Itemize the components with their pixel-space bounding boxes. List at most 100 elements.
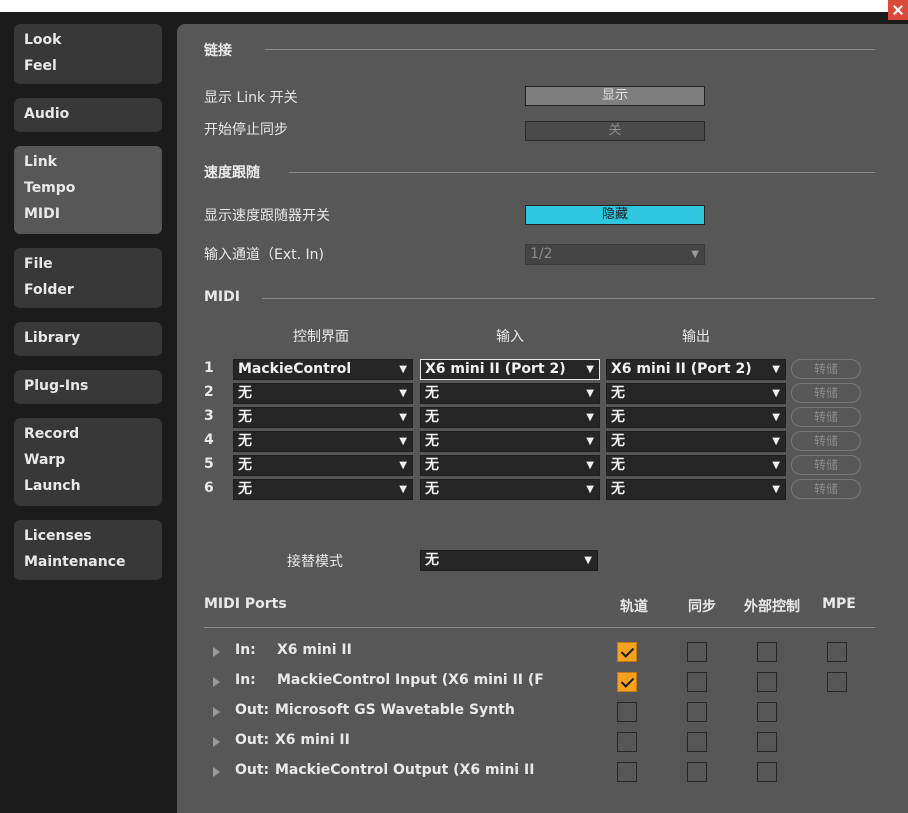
dump-button[interactable]: 转储 [791,407,861,427]
chevron-down-icon: ▼ [772,460,780,471]
tab-label: Licenses [24,528,92,544]
chevron-down-icon: ▼ [586,364,594,375]
tab-label: Folder [24,282,74,298]
dropdown-value: 无 [425,409,439,425]
midi-input-dropdown[interactable]: 无 ▼ [420,455,600,476]
sync-checkbox[interactable] [687,702,707,722]
midi-input-dropdown[interactable]: 无 ▼ [420,431,600,452]
remote-checkbox[interactable] [757,762,777,782]
row-number: 6 [204,480,214,496]
start-stop-sync-button[interactable]: 关 [525,121,705,141]
expand-arrow-icon[interactable] [213,677,220,687]
close-icon[interactable] [888,0,908,20]
sync-checkbox[interactable] [687,672,707,692]
sync-checkbox[interactable] [687,732,707,752]
chevron-down-icon: ▼ [399,412,407,423]
control-surface-dropdown[interactable]: MackieControl ▼ [233,359,413,380]
port-direction: Out: [235,732,270,748]
chevron-down-icon: ▼ [691,249,699,260]
takeover-mode-dropdown[interactable]: 无 ▼ [420,550,598,571]
port-name: X6 mini II [275,732,350,748]
mpe-checkbox[interactable] [827,672,847,692]
track-checkbox[interactable] [617,732,637,752]
tab-label: File [24,256,53,272]
dump-button[interactable]: 转储 [791,359,861,379]
tab-licenses-maintenance[interactable]: Licenses Maintenance [14,520,162,580]
control-surface-dropdown[interactable]: 无 ▼ [233,479,413,500]
divider [262,298,875,299]
dump-button[interactable]: 转储 [791,479,861,499]
control-surface-dropdown[interactable]: 无 ▼ [233,407,413,428]
midi-input-dropdown[interactable]: 无 ▼ [420,479,600,500]
midi-output-dropdown[interactable]: X6 mini II (Port 2) ▼ [606,359,786,380]
input-channel-label: 输入通道（Ext. In) [204,247,324,263]
tab-label: Launch [24,478,81,494]
midi-output-dropdown[interactable]: 无 ▼ [606,479,786,500]
dump-button[interactable]: 转储 [791,455,861,475]
port-name: MackieControl Input (X6 mini II (F [277,672,544,688]
chevron-down-icon: ▼ [399,460,407,471]
chevron-down-icon: ▼ [586,388,594,399]
mpe-checkbox[interactable] [827,642,847,662]
dump-button[interactable]: 转储 [791,431,861,451]
chevron-down-icon: ▼ [772,436,780,447]
midi-output-dropdown[interactable]: 无 ▼ [606,455,786,476]
track-checkbox[interactable] [617,672,637,692]
midi-input-dropdown[interactable]: 无 ▼ [420,383,600,404]
dropdown-value: 无 [611,433,625,449]
sync-checkbox[interactable] [687,642,707,662]
remote-checkbox[interactable] [757,732,777,752]
control-surface-dropdown[interactable]: 无 ▼ [233,455,413,476]
remote-checkbox[interactable] [757,672,777,692]
dropdown-value: 无 [425,385,439,401]
tab-link-tempo-midi[interactable]: Link Tempo MIDI [14,146,162,234]
chevron-down-icon: ▼ [399,388,407,399]
midi-output-dropdown[interactable]: 无 ▼ [606,407,786,428]
tab-file-folder[interactable]: File Folder [14,248,162,308]
input-channel-dropdown[interactable]: 1/2 ▼ [525,244,705,265]
tab-audio[interactable]: Audio [14,98,162,132]
port-name: X6 mini II [277,642,352,658]
control-surface-dropdown[interactable]: 无 ▼ [233,383,413,404]
tab-record-warp-launch[interactable]: Record Warp Launch [14,418,162,506]
row-number: 2 [204,384,214,400]
port-name: MackieControl Output (X6 mini II [275,762,535,778]
tab-label: Plug-Ins [24,378,89,394]
control-surface-dropdown[interactable]: 无 ▼ [233,431,413,452]
dropdown-value: 无 [425,481,439,497]
dropdown-value: 无 [611,409,625,425]
tab-plug-ins[interactable]: Plug-Ins [14,370,162,404]
remote-checkbox[interactable] [757,702,777,722]
dump-button[interactable]: 转储 [791,383,861,403]
midi-output-dropdown[interactable]: 无 ▼ [606,383,786,404]
midi-input-dropdown[interactable]: 无 ▼ [420,407,600,428]
column-header-input: 输入 [496,329,524,345]
sync-checkbox[interactable] [687,762,707,782]
track-checkbox[interactable] [617,762,637,782]
tab-library[interactable]: Library [14,322,162,356]
divider [204,627,875,628]
expand-arrow-icon[interactable] [213,707,220,717]
midi-output-dropdown[interactable]: 无 ▼ [606,431,786,452]
show-link-switch-button[interactable]: 显示 [525,86,705,106]
midi-input-dropdown[interactable]: X6 mini II (Port 2) ▼ [420,359,600,380]
dropdown-value: 无 [611,457,625,473]
dropdown-value: 无 [425,433,439,449]
expand-arrow-icon[interactable] [213,737,220,747]
show-tempo-follower-button[interactable]: 隐藏 [525,205,705,225]
remote-checkbox[interactable] [757,642,777,662]
tab-label: Warp [24,452,66,468]
expand-arrow-icon[interactable] [213,767,220,777]
tab-look-feel[interactable]: Look Feel [14,24,162,84]
expand-arrow-icon[interactable] [213,647,220,657]
tab-label: Record [24,426,80,442]
dropdown-value: 无 [425,552,439,568]
column-header-remote: 外部控制 [744,599,800,615]
column-header-sync: 同步 [688,599,716,615]
column-header-track: 轨道 [620,599,648,615]
dropdown-value: 无 [238,385,252,401]
port-direction: In: [235,642,256,658]
chevron-down-icon: ▼ [586,436,594,447]
track-checkbox[interactable] [617,702,637,722]
track-checkbox[interactable] [617,642,637,662]
